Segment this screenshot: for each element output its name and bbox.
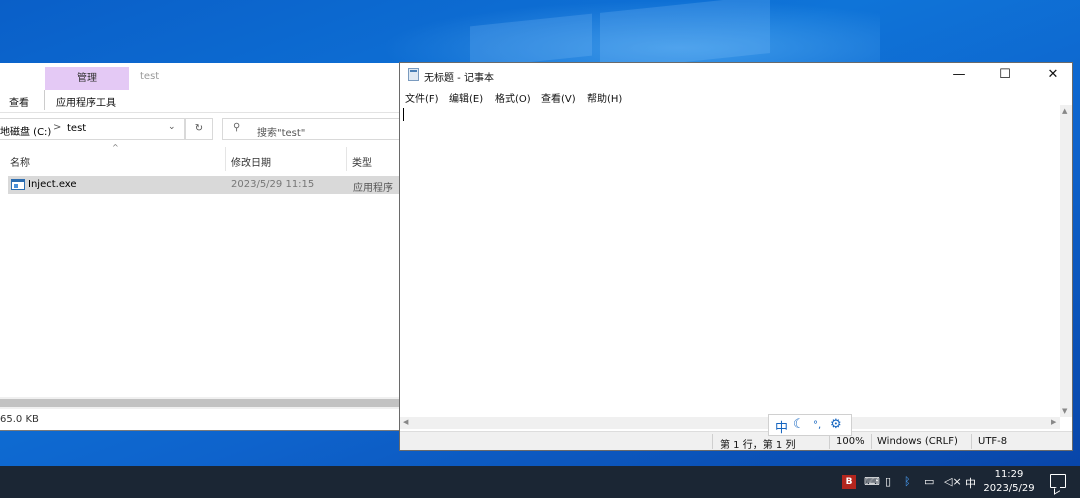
- punctuation-icon[interactable]: °,: [813, 420, 821, 431]
- horizontal-scrollbar[interactable]: ◀ ▶: [400, 417, 1060, 429]
- breadcrumb-drive[interactable]: 地磁盘 (C:): [0, 123, 51, 138]
- status-bar: 第 1 行，第 1 列 100% Windows (CRLF) UTF-8: [400, 431, 1072, 451]
- scroll-left-icon[interactable]: ◀: [403, 418, 408, 426]
- status-divider: [712, 434, 713, 449]
- zoom-level: 100%: [836, 436, 865, 447]
- ime-settings-gear-icon[interactable]: ⚙: [830, 417, 842, 432]
- menu-format[interactable]: 格式(O): [495, 90, 531, 105]
- status-divider: [871, 434, 872, 449]
- clock-time: 11:29: [994, 469, 1024, 480]
- encoding: UTF-8: [978, 436, 1008, 447]
- volume-muted-icon[interactable]: ◁×: [944, 475, 962, 488]
- column-divider[interactable]: [346, 147, 347, 171]
- ribbon-divider-line: [0, 112, 402, 113]
- search-placeholder: 搜索"test": [257, 128, 306, 139]
- vertical-scrollbar[interactable]: ▲ ▼: [1060, 105, 1072, 417]
- notepad-window: 无标题 - 记事本 — ☐ ✕ 文件(F) 编辑(E) 格式(O) 查看(V) …: [399, 62, 1073, 451]
- close-button[interactable]: ✕: [1030, 63, 1076, 87]
- clock-date: 2023/5/29: [983, 483, 1035, 494]
- ribbon-context-tab-manage[interactable]: 管理: [45, 67, 129, 90]
- scroll-down-icon[interactable]: ▼: [1062, 407, 1067, 415]
- text-caret: [403, 108, 404, 121]
- address-bar[interactable]: 地磁盘 (C:) > test ⌄: [0, 118, 185, 140]
- search-icon: ⚲: [233, 122, 241, 133]
- bluetooth-icon[interactable]: ᛒ: [904, 475, 911, 488]
- breadcrumb-separator-icon: >: [53, 122, 62, 133]
- line-ending: Windows (CRLF): [877, 436, 958, 447]
- menu-view[interactable]: 查看(V): [541, 90, 576, 105]
- status-divider: [829, 434, 830, 449]
- system-clock[interactable]: 11:29 2023/5/29: [976, 468, 1042, 496]
- status-divider: [971, 434, 972, 449]
- notepad-icon: [408, 68, 419, 81]
- exe-file-icon: [11, 179, 25, 190]
- menu-bar: 文件(F) 编辑(E) 格式(O) 查看(V) 帮助(H): [400, 87, 1072, 105]
- explorer-title: test: [140, 71, 160, 82]
- refresh-icon: ↻: [194, 123, 204, 134]
- ribbon-tab-view[interactable]: 查看: [9, 94, 29, 109]
- network-icon[interactable]: ▭: [924, 475, 934, 488]
- file-row[interactable]: Inject.exe 2023/5/29 11:15 应用程序: [8, 176, 402, 194]
- menu-edit[interactable]: 编辑(E): [449, 90, 483, 105]
- ime-mode-button[interactable]: 中: [775, 417, 788, 436]
- menu-file[interactable]: 文件(F): [405, 90, 439, 105]
- window-title: 无标题 - 记事本: [424, 73, 494, 84]
- scroll-right-icon[interactable]: ▶: [1051, 418, 1056, 426]
- maximize-button[interactable]: ☐: [982, 63, 1028, 87]
- ime-language-indicator[interactable]: 中: [965, 475, 976, 491]
- menu-help[interactable]: 帮助(H): [587, 90, 622, 105]
- column-header-date[interactable]: 修改日期: [231, 154, 271, 169]
- column-header-name[interactable]: 名称: [10, 154, 30, 169]
- half-width-moon-icon[interactable]: ☾: [793, 417, 805, 432]
- taskbar: B ⌨ ▯ ᛒ ▭ ◁× 中 11:29 2023/5/29: [0, 466, 1080, 498]
- cursor-position: 第 1 行，第 1 列: [720, 440, 796, 451]
- file-name: Inject.exe: [28, 179, 77, 190]
- refresh-button[interactable]: ↻: [185, 118, 213, 140]
- column-header-type[interactable]: 类型: [352, 154, 372, 169]
- horizontal-scrollbar[interactable]: [0, 397, 402, 409]
- ime-toolbar[interactable]: 中 ☾ °, ⚙: [768, 414, 852, 436]
- status-size: 65.0 KB: [0, 414, 39, 425]
- text-editor[interactable]: [400, 105, 1060, 417]
- ribbon-tab-app-tools[interactable]: 应用程序工具: [56, 94, 116, 109]
- title-bar[interactable]: 无标题 - 记事本 — ☐ ✕: [400, 63, 1072, 87]
- file-explorer-window: 管理 test 查看 应用程序工具 地磁盘 (C:) > test ⌄ ↻ ⚲ …: [0, 63, 403, 431]
- tray-app-icon[interactable]: B: [842, 475, 856, 489]
- file-date: 2023/5/29 11:15: [231, 179, 315, 190]
- action-center-icon[interactable]: [1050, 474, 1066, 488]
- scroll-up-icon[interactable]: ▲: [1062, 107, 1067, 115]
- ribbon-divider: [44, 90, 45, 110]
- scrollbar-thumb[interactable]: [0, 399, 399, 407]
- minimize-button[interactable]: —: [936, 63, 982, 87]
- keyboard-icon[interactable]: ⌨: [864, 475, 880, 488]
- breadcrumb-folder[interactable]: test: [67, 123, 86, 134]
- sort-indicator-icon: ^: [112, 143, 119, 152]
- file-type: 应用程序: [353, 183, 393, 194]
- usb-drive-icon[interactable]: ▯: [885, 475, 891, 488]
- chevron-down-icon[interactable]: ⌄: [168, 122, 176, 132]
- search-input[interactable]: ⚲ 搜索"test": [222, 118, 402, 140]
- column-divider[interactable]: [225, 147, 226, 171]
